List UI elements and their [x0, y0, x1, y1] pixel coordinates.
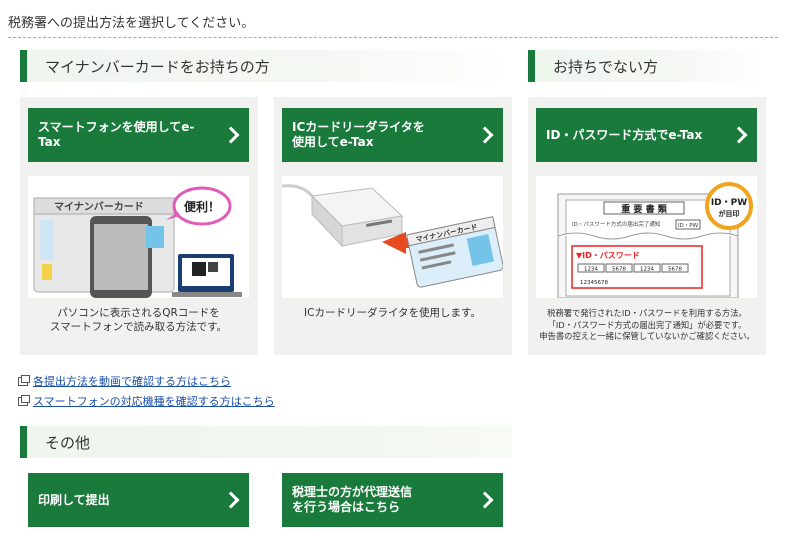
smartphone-etax-button[interactable]: スマートフォンを使用してe-Tax: [28, 108, 249, 162]
divider: [8, 37, 778, 38]
doc-title: 重 要 書 類: [621, 203, 667, 215]
external-window-icon: [18, 394, 30, 406]
card-idpw: ID・パスワード方式でe-Tax 重 要 書 類 ID・パスワード方式の届出完了…: [528, 97, 766, 355]
badge-bottom: が目印: [719, 209, 740, 218]
idpw-illustration: 重 要 書 類 ID・パスワード方式の届出完了通知 ID・PW ▼ID・パスワー…: [536, 176, 757, 298]
idpw-svg: 重 要 書 類 ID・パスワード方式の届出完了通知 ID・PW ▼ID・パスワー…: [557, 182, 753, 298]
section-title-mynumber-text: マイナンバーカードをお持ちの方: [45, 57, 270, 76]
card-icreader: ICカードリーダライタを 使用してe-Tax マイナンバーカード ICカードリー…: [274, 97, 512, 355]
icreader-illustration: マイナンバーカード: [282, 176, 503, 298]
id-cell: 1234: [584, 267, 598, 273]
id-cell: 5678: [668, 267, 682, 273]
link-video: 各提出方法を動画で確認する方はこちら: [18, 371, 275, 391]
doc-tag: ID・PW: [678, 223, 699, 229]
chevron-right-icon: [476, 126, 494, 144]
video-link[interactable]: 各提出方法を動画で確認する方はこちら: [33, 373, 231, 389]
icreader-svg: マイナンバーカード: [282, 184, 503, 288]
badge-top: ID・PW: [711, 198, 747, 208]
external-window-icon: [18, 374, 30, 386]
section-title-mynumber: マイナンバーカードをお持ちの方: [20, 50, 512, 82]
section-title-none-text: お持ちでない方: [553, 57, 659, 76]
smartphone-etax-button-label: スマートフォンを使用してe-Tax: [38, 120, 195, 149]
doc-subtitle: ID・パスワード方式の届出完了通知: [572, 220, 660, 228]
icreader-description: ICカードリーダライタを使用します。: [304, 307, 481, 319]
chevron-right-icon: [222, 126, 240, 144]
supported-devices-link[interactable]: スマートフォンの対応機種を確認する方はこちら: [33, 393, 275, 409]
id-cell: 1234: [640, 267, 654, 273]
balloon-text: 便利！: [184, 199, 220, 214]
id-cell: 5678: [612, 267, 626, 273]
section-title-other: その他: [20, 426, 512, 458]
print-submit-button[interactable]: 印刷して提出: [28, 473, 249, 527]
page-instruction: 税務署への提出方法を選択してください。: [8, 16, 255, 31]
smartphone-qr-illustration: マイナンバーカード 便利！: [33, 186, 242, 298]
icreader-etax-button[interactable]: ICカードリーダライタを 使用してe-Tax: [282, 108, 503, 162]
accountant-proxy-button[interactable]: 税理士の方が代理送信 を行う場合はこちら: [282, 473, 503, 527]
idpw-label: ▼ID・パスワード: [576, 250, 640, 260]
section-title-other-text: その他: [45, 433, 91, 452]
idpw-etax-button[interactable]: ID・パスワード方式でe-Tax: [536, 108, 757, 162]
mynumber-card-label: マイナンバーカード: [54, 201, 144, 213]
help-links: 各提出方法を動画で確認する方はこちら スマートフォンの対応機種を確認する方はこち…: [18, 371, 275, 411]
card-smartphone: スマートフォンを使用してe-Tax マイナンバーカード 便利！ パソコンに表示さ…: [20, 97, 258, 355]
chevron-right-icon: [730, 126, 748, 144]
idpw-etax-button-label: ID・パスワード方式でe-Tax: [546, 127, 703, 142]
smartphone-illustration: マイナンバーカード 便利！: [28, 176, 249, 298]
print-submit-button-label: 印刷して提出: [38, 492, 110, 507]
chevron-right-icon: [476, 491, 494, 509]
link-devices: スマートフォンの対応機種を確認する方はこちら: [18, 391, 275, 411]
pw-value: 12345678: [580, 280, 608, 286]
idpw-description: 税務署で発行されたID・パスワードを利用する方法。 「ID・パスワード方式の届出…: [539, 308, 755, 341]
chevron-right-icon: [222, 491, 240, 509]
section-title-none: お持ちでない方: [528, 50, 766, 82]
smartphone-description: パソコンに表示されるQRコードを スマートフォンで読み取る方法です。: [49, 307, 228, 333]
accountant-proxy-button-label: 税理士の方が代理送信 を行う場合はこちら: [292, 485, 413, 514]
icreader-etax-button-label: ICカードリーダライタを 使用してe-Tax: [292, 120, 425, 149]
